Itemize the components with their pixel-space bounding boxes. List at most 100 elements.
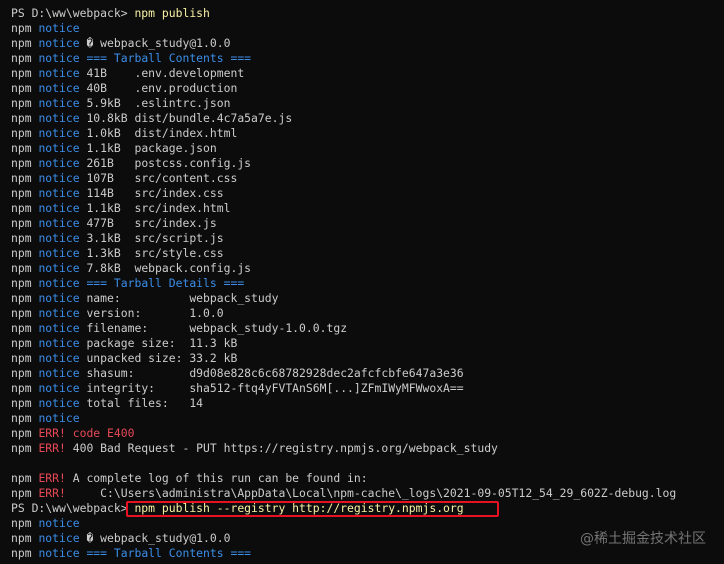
terminal-line: npm notice 261B postcss.config.js — [11, 156, 724, 171]
terminal-line: npm notice 5.9kB .eslintrc.json — [11, 96, 724, 111]
npm-prefix: npm — [11, 261, 32, 275]
notice-level: notice — [38, 531, 80, 545]
notice-level: notice — [38, 21, 80, 35]
error-level: ERR! — [38, 441, 66, 455]
log-message: === Tarball Details === — [86, 276, 245, 290]
npm-prefix: npm — [11, 141, 32, 155]
notice-level: notice — [38, 366, 80, 380]
notice-level: notice — [38, 336, 80, 350]
log-message: code E400 — [72, 426, 135, 440]
terminal-output: PS D:\ww\webpack> npm publish npm notice n… — [11, 6, 724, 561]
npm-prefix: npm — [11, 186, 32, 200]
terminal-line: npm notice 1.1kB src/index.html — [11, 201, 724, 216]
log-message: � webpack_study@1.0.0 — [86, 36, 231, 50]
terminal-line: npm notice 7.8kB webpack.config.js — [11, 261, 724, 276]
npm-prefix: npm — [11, 381, 32, 395]
npm-prefix: npm — [11, 306, 32, 320]
notice-level: notice — [38, 81, 80, 95]
terminal-line: npm notice — [11, 411, 724, 426]
terminal-line: npm notice === Tarball Contents === — [11, 546, 724, 561]
log-message: === Tarball Contents === — [86, 546, 252, 560]
notice-level: notice — [38, 231, 80, 245]
terminal-line: PS D:\ww\webpack> npm publish — [11, 6, 724, 21]
terminal-line: npm notice total files: 14 — [11, 396, 724, 411]
npm-prefix: npm — [11, 351, 32, 365]
notice-level: notice — [38, 111, 80, 125]
terminal-line: npm notice 1.3kB src/style.css — [11, 246, 724, 261]
log-message: name: webpack_study — [86, 291, 279, 305]
npm-prefix: npm — [11, 471, 32, 485]
npm-prefix: npm — [11, 51, 32, 65]
terminal-window[interactable]: PS D:\ww\webpack> npm publish npm notice n… — [0, 0, 724, 564]
terminal-line: npm notice 1.0kB dist/index.html — [11, 126, 724, 141]
notice-level: notice — [38, 126, 80, 140]
npm-prefix: npm — [11, 441, 32, 455]
log-message: 107B src/content.css — [86, 171, 238, 185]
npm-prefix: npm — [11, 126, 32, 140]
log-message: � webpack_study@1.0.0 — [86, 531, 231, 545]
notice-level: notice — [38, 381, 80, 395]
watermark: @稀土掘金技术社区 — [580, 531, 706, 547]
npm-prefix: npm — [11, 111, 32, 125]
notice-level: notice — [38, 96, 80, 110]
terminal-line: npm notice shasum: d9d08e828c6c68782928d… — [11, 366, 724, 381]
error-level: ERR! — [38, 486, 66, 500]
terminal-line: npm notice 1.1kB package.json — [11, 141, 724, 156]
terminal-line: npm ERR! C:\Users\administra\AppData\Loc… — [11, 486, 724, 501]
terminal-line: npm notice package size: 11.3 kB — [11, 336, 724, 351]
npm-prefix: npm — [11, 201, 32, 215]
terminal-line: npm notice === Tarball Contents === — [11, 51, 724, 66]
log-message: 40B .env.production — [86, 81, 238, 95]
log-message: C:\Users\administra\AppData\Local\npm-ca… — [72, 486, 677, 500]
log-message: 261B postcss.config.js — [86, 156, 252, 170]
npm-prefix: npm — [11, 291, 32, 305]
npm-prefix: npm — [11, 426, 32, 440]
terminal-line: npm ERR! A complete log of this run can … — [11, 471, 724, 486]
log-message: 477B src/index.js — [86, 216, 217, 230]
log-message: 400 Bad Request - PUT https://registry.n… — [72, 441, 498, 455]
npm-prefix: npm — [11, 366, 32, 380]
shell-prompt: PS D:\ww\webpack> — [11, 6, 135, 20]
npm-prefix: npm — [11, 531, 32, 545]
npm-prefix: npm — [11, 396, 32, 410]
notice-level: notice — [38, 321, 80, 335]
terminal-line: npm ERR! code E400 — [11, 426, 724, 441]
notice-level: notice — [38, 246, 80, 260]
notice-level: notice — [38, 36, 80, 50]
notice-level: notice — [38, 186, 80, 200]
notice-level: notice — [38, 156, 80, 170]
notice-level: notice — [38, 51, 80, 65]
npm-prefix: npm — [11, 411, 32, 425]
npm-prefix: npm — [11, 66, 32, 80]
terminal-line: npm ERR! 400 Bad Request - PUT https://r… — [11, 441, 724, 456]
terminal-line: npm notice 3.1kB src/script.js — [11, 231, 724, 246]
log-message: 5.9kB .eslintrc.json — [86, 96, 231, 110]
terminal-line: npm notice 107B src/content.css — [11, 171, 724, 186]
npm-prefix: npm — [11, 276, 32, 290]
log-message: unpacked size: 33.2 kB — [86, 351, 238, 365]
shell-prompt: PS D:\ww\webpack> — [11, 501, 135, 515]
npm-prefix: npm — [11, 216, 32, 230]
notice-level: notice — [38, 396, 80, 410]
notice-level: notice — [38, 546, 80, 560]
notice-level: notice — [38, 411, 80, 425]
log-message: 1.0kB dist/index.html — [86, 126, 238, 140]
log-message: 3.1kB src/script.js — [86, 231, 224, 245]
npm-prefix: npm — [11, 96, 32, 110]
terminal-line: npm notice filename: webpack_study-1.0.0… — [11, 321, 724, 336]
terminal-line: npm notice 40B .env.production — [11, 81, 724, 96]
log-message: filename: webpack_study-1.0.0.tgz — [86, 321, 348, 335]
terminal-line: npm notice — [11, 21, 724, 36]
notice-level: notice — [38, 171, 80, 185]
notice-level: notice — [38, 306, 80, 320]
npm-prefix: npm — [11, 156, 32, 170]
notice-level: notice — [38, 351, 80, 365]
npm-prefix: npm — [11, 246, 32, 260]
command-highlight-box — [126, 501, 499, 517]
shell-command: npm publish — [134, 6, 210, 20]
log-message: A complete log of this run can be found … — [72, 471, 368, 485]
terminal-line: npm notice name: webpack_study — [11, 291, 724, 306]
log-message: 41B .env.development — [86, 66, 245, 80]
log-message: shasum: d9d08e828c6c68782928dec2afcfcbfe… — [86, 366, 464, 380]
npm-prefix: npm — [11, 546, 32, 560]
